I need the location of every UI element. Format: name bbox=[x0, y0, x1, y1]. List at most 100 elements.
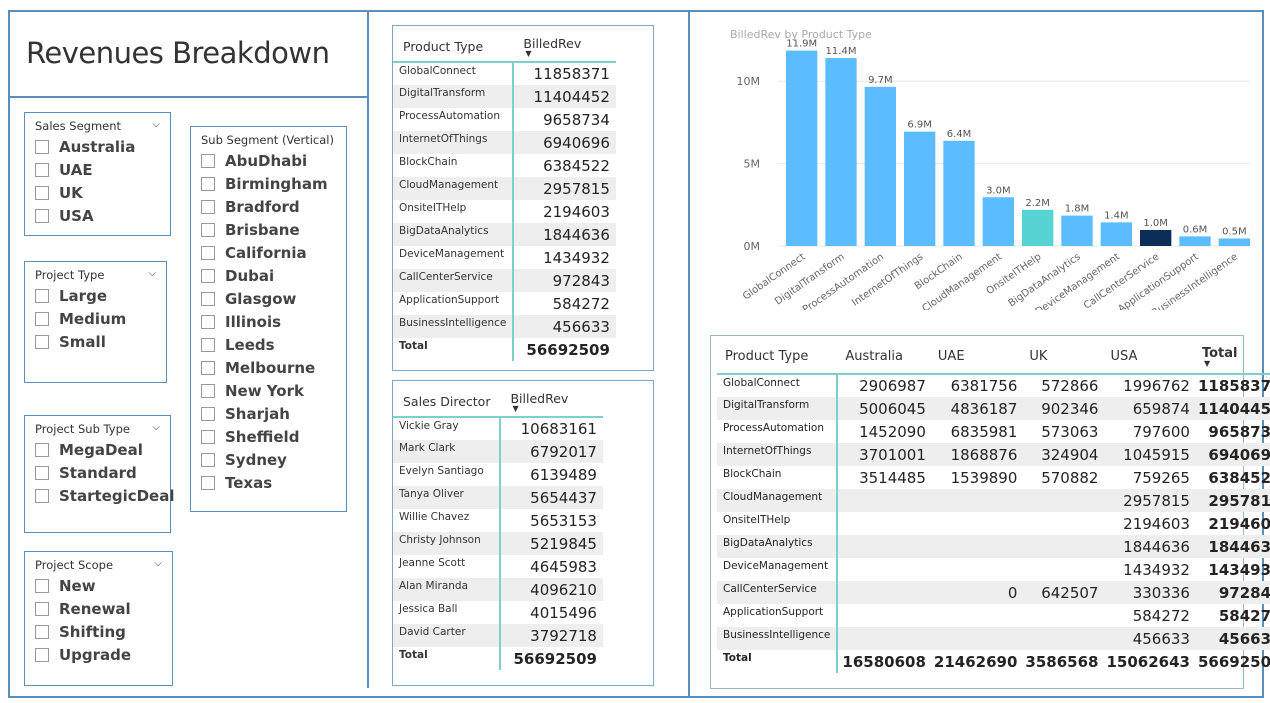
slicer-option[interactable]: Shifting bbox=[35, 620, 162, 643]
checkbox[interactable] bbox=[201, 314, 215, 329]
slicer-option[interactable]: Small bbox=[35, 330, 156, 353]
bar[interactable] bbox=[943, 140, 975, 246]
chevron-down-icon[interactable]: ⌵ bbox=[154, 558, 162, 572]
slicer-option[interactable]: Illinois bbox=[201, 310, 336, 333]
cell-value: 15062643 bbox=[1106, 652, 1190, 671]
slicer-option[interactable]: Sharjah bbox=[201, 402, 336, 425]
checkbox[interactable] bbox=[201, 429, 215, 444]
checkbox[interactable] bbox=[35, 288, 49, 303]
column-header[interactable]: BilledRev ▼ bbox=[513, 26, 616, 63]
chevron-down-icon[interactable]: ⌵ bbox=[152, 119, 160, 133]
slicer-option[interactable]: Medium bbox=[35, 307, 156, 330]
column-header[interactable]: Australia bbox=[837, 336, 930, 375]
checkbox[interactable] bbox=[201, 383, 215, 398]
checkbox[interactable] bbox=[35, 647, 49, 662]
checkbox[interactable] bbox=[35, 578, 49, 593]
slicer-option[interactable]: Texas bbox=[201, 471, 336, 494]
checkbox[interactable] bbox=[201, 176, 215, 191]
slicer-option[interactable]: AbuDhabi bbox=[201, 149, 336, 172]
slicer-sub-segment-vertical-[interactable]: Sub Segment (Vertical) AbuDhabi Birmingham… bbox=[190, 126, 347, 512]
column-header[interactable]: BilledRev ▼ bbox=[500, 381, 603, 418]
slicer-option[interactable]: Bradford bbox=[201, 195, 336, 218]
slicer-option[interactable]: USA bbox=[35, 204, 160, 227]
bar[interactable] bbox=[1140, 229, 1172, 246]
slicer-option[interactable]: Sydney bbox=[201, 448, 336, 471]
slicer-option[interactable]: Leeds bbox=[201, 333, 336, 356]
checkbox[interactable] bbox=[201, 245, 215, 260]
checkbox[interactable] bbox=[201, 452, 215, 467]
data-label: 3.0M bbox=[986, 185, 1011, 196]
table-row: Tanya Oliver 5654437 bbox=[393, 486, 603, 509]
column-header[interactable]: Total ▼ bbox=[1193, 336, 1270, 375]
row-value: 6792017 bbox=[500, 440, 603, 463]
slicer-option[interactable]: Australia bbox=[35, 135, 160, 158]
slicer-option[interactable]: MegaDeal bbox=[35, 438, 160, 461]
checkbox[interactable] bbox=[201, 268, 215, 283]
slicer-option[interactable]: Large bbox=[35, 284, 156, 307]
checkbox[interactable] bbox=[201, 337, 215, 352]
slicer-project-sub-type[interactable]: Project Sub Type ⌵ MegaDeal Standard Starteg… bbox=[24, 415, 175, 533]
bar[interactable] bbox=[982, 197, 1014, 246]
cell-value bbox=[1021, 489, 1103, 512]
column-header[interactable]: Sales Director bbox=[393, 381, 501, 418]
row-label: BlockChain bbox=[717, 466, 839, 489]
checkbox[interactable] bbox=[35, 208, 49, 223]
checkbox[interactable] bbox=[35, 624, 49, 639]
slicer-sales-segment[interactable]: Sales Segment ⌵ Australia UAE UK USA bbox=[24, 112, 171, 236]
bar[interactable] bbox=[786, 50, 818, 247]
slicer-option[interactable]: Upgrade bbox=[35, 643, 162, 666]
checkbox[interactable] bbox=[35, 185, 49, 200]
checkbox[interactable] bbox=[201, 475, 215, 490]
bar[interactable] bbox=[1179, 236, 1211, 246]
slicer-project-type[interactable]: Project Type ⌵ Large Medium Small bbox=[24, 261, 167, 383]
slicer-option[interactable]: UK bbox=[35, 181, 160, 204]
column-header[interactable]: USA bbox=[1102, 336, 1194, 375]
bar[interactable] bbox=[825, 58, 857, 247]
slicer-option[interactable]: Renewal bbox=[35, 597, 162, 620]
checkbox[interactable] bbox=[35, 465, 49, 480]
column-header[interactable]: UK bbox=[1021, 336, 1103, 375]
checkbox[interactable] bbox=[35, 139, 49, 154]
column-header[interactable]: Product Type bbox=[393, 26, 514, 63]
cell-value: 3514485 bbox=[859, 468, 926, 487]
bar[interactable] bbox=[1061, 215, 1093, 246]
checkbox[interactable] bbox=[201, 291, 215, 306]
checkbox[interactable] bbox=[35, 442, 49, 457]
slicer-option[interactable]: Brisbane bbox=[201, 218, 336, 241]
checkbox[interactable] bbox=[35, 601, 49, 616]
bar[interactable] bbox=[1022, 209, 1054, 246]
slicer-project-scope[interactable]: Project Scope ⌵ New Renewal Shifting Upgrade bbox=[24, 551, 173, 686]
checkbox[interactable] bbox=[35, 334, 49, 349]
bar[interactable] bbox=[1100, 222, 1132, 246]
slicer-option[interactable]: New York bbox=[201, 379, 336, 402]
checkbox[interactable] bbox=[35, 488, 49, 503]
checkbox[interactable] bbox=[201, 153, 215, 168]
chevron-down-icon[interactable]: ⌵ bbox=[152, 422, 160, 436]
bar[interactable] bbox=[864, 86, 896, 246]
slicer-option[interactable]: California bbox=[201, 241, 336, 264]
slicer-option[interactable]: Dubai bbox=[201, 264, 336, 287]
bar[interactable] bbox=[904, 131, 936, 246]
checkbox[interactable] bbox=[35, 162, 49, 177]
slicer-option[interactable]: UAE bbox=[35, 158, 160, 181]
checkbox[interactable] bbox=[201, 360, 215, 375]
chevron-down-icon[interactable]: ⌵ bbox=[148, 268, 156, 282]
slicer-title: Project Scope bbox=[35, 558, 114, 572]
checkbox[interactable] bbox=[201, 199, 215, 214]
table-row: Christy Johnson 5219845 bbox=[393, 532, 603, 555]
slicer-option[interactable]: Melbourne bbox=[201, 356, 336, 379]
slicer-option[interactable]: Birmingham bbox=[201, 172, 336, 195]
slicer-option[interactable]: New bbox=[35, 574, 162, 597]
column-header[interactable]: Product Type bbox=[717, 336, 838, 375]
checkbox[interactable] bbox=[201, 222, 215, 237]
slicer-option[interactable]: StartegicDeal bbox=[35, 484, 175, 507]
slicer-option[interactable]: Standard bbox=[35, 461, 160, 484]
slicer-option[interactable]: Glasgow bbox=[201, 287, 336, 310]
checkbox[interactable] bbox=[35, 311, 49, 326]
slicer-option[interactable]: Sheffield bbox=[201, 425, 336, 448]
bar[interactable] bbox=[1218, 238, 1250, 246]
column-header[interactable]: UAE bbox=[929, 336, 1022, 375]
checkbox[interactable] bbox=[201, 406, 215, 421]
cell-value: 9658734 bbox=[1208, 422, 1270, 441]
option-label: Bradford bbox=[225, 197, 300, 216]
